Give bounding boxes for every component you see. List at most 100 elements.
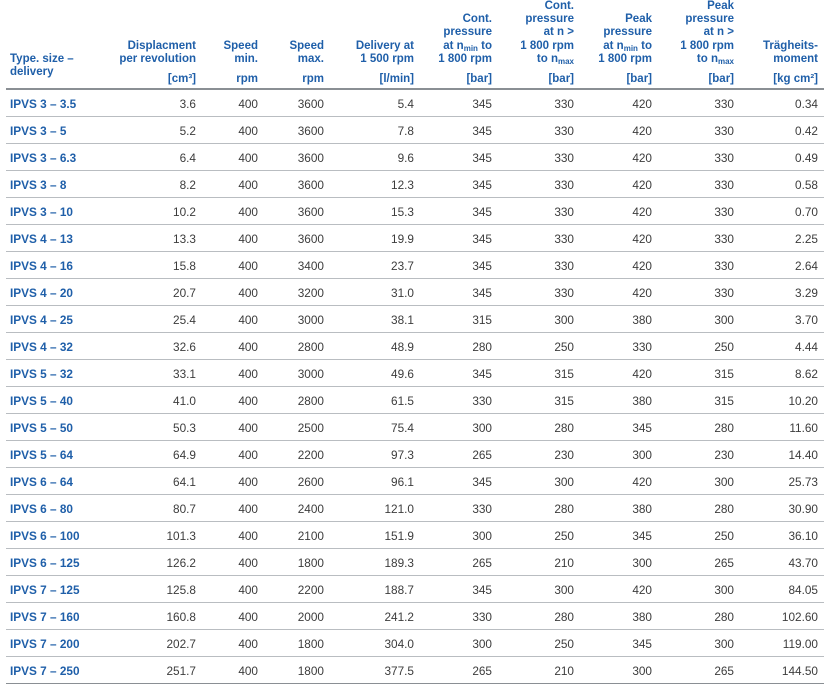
- cell-displacement: 41.0: [98, 386, 202, 415]
- header-displacement-line-1: Displacment: [127, 39, 196, 52]
- cell-displacement: 64.9: [98, 440, 202, 469]
- row-type-label: IPVS 5 – 40: [6, 386, 98, 415]
- header-delivery-line-2: 1 500 rpm: [360, 52, 414, 65]
- pump-specification-table: Type. size – delivery Displacment per re…: [6, 0, 824, 685]
- cell-cont_pressure_nmin: 315: [420, 305, 498, 334]
- cell-peak_pressure_nmin: 420: [580, 143, 658, 172]
- header-cont-n1800-line-2: pressure: [525, 13, 574, 26]
- cell-speed_max: 2800: [264, 332, 330, 361]
- cell-delivery_1500: 61.5: [330, 386, 420, 415]
- cell-cont_pressure_n1800: 300: [498, 467, 580, 496]
- cell-peak_pressure_nmin: 380: [580, 386, 658, 415]
- cell-peak_pressure_n1800: 330: [658, 90, 740, 118]
- cell-cont_pressure_nmin: 300: [420, 521, 498, 550]
- cell-delivery_1500: 189.3: [330, 548, 420, 577]
- cell-speed_max: 2600: [264, 467, 330, 496]
- cell-speed_min: 400: [202, 602, 264, 631]
- cell-speed_min: 400: [202, 332, 264, 361]
- cell-speed_max: 1800: [264, 656, 330, 685]
- header-cont-n1800-line-3: at n >: [543, 26, 574, 39]
- cell-displacement: 64.1: [98, 467, 202, 496]
- table-row: IPVS 4 – 13 13.3 400 3600 19.9 345 330 420 330 2.…: [6, 224, 824, 253]
- cell-displacement: 6.4: [98, 143, 202, 172]
- table-row: IPVS 3 – 3.5 3.6 400 3600 5.4 345 330 420 330 0.3…: [6, 90, 824, 118]
- cell-cont_pressure_n1800: 330: [498, 251, 580, 280]
- cell-cont_pressure_n1800: 330: [498, 143, 580, 172]
- cell-inertia: 14.40: [740, 440, 824, 469]
- cell-peak_pressure_nmin: 345: [580, 521, 658, 550]
- table-row: IPVS 3 – 6.3 6.4 400 3600 9.6 345 330 420 330 0.4…: [6, 143, 824, 172]
- header-inertia-unit: [kg cm²]: [773, 73, 818, 86]
- cell-peak_pressure_n1800: 330: [658, 143, 740, 172]
- cell-displacement: 33.1: [98, 359, 202, 388]
- header-row: Type. size – delivery Displacment per re…: [6, 0, 824, 88]
- cell-cont_pressure_nmin: 280: [420, 332, 498, 361]
- cell-delivery_1500: 19.9: [330, 224, 420, 253]
- cell-peak_pressure_nmin: 420: [580, 467, 658, 496]
- table-row: IPVS 4 – 16 15.8 400 3400 23.7 345 330 420 330 2.…: [6, 251, 824, 280]
- cell-peak_pressure_n1800: 330: [658, 170, 740, 199]
- cell-peak_pressure_nmin: 380: [580, 602, 658, 631]
- cell-peak_pressure_nmin: 300: [580, 440, 658, 469]
- cell-cont_pressure_nmin: 345: [420, 197, 498, 226]
- cell-speed_min: 400: [202, 116, 264, 145]
- cell-peak_pressure_n1800: 250: [658, 521, 740, 550]
- column-header-inertia: Trägheits- moment [kg cm²]: [740, 0, 824, 88]
- header-inertia-line-1: Trägheits-: [763, 39, 818, 52]
- cell-displacement: 8.2: [98, 170, 202, 199]
- cell-displacement: 80.7: [98, 494, 202, 523]
- cell-peak_pressure_n1800: 300: [658, 629, 740, 658]
- header-peak-nmin-unit: [bar]: [626, 73, 652, 86]
- cell-inertia: 43.70: [740, 548, 824, 577]
- cell-speed_max: 2200: [264, 575, 330, 604]
- cell-inertia: 0.49: [740, 143, 824, 172]
- cell-inertia: 2.64: [740, 251, 824, 280]
- cell-cont_pressure_n1800: 315: [498, 386, 580, 415]
- cell-cont_pressure_n1800: 300: [498, 305, 580, 334]
- cell-speed_max: 2000: [264, 602, 330, 631]
- cell-delivery_1500: 96.1: [330, 467, 420, 496]
- column-header-speed-min: Speed min. rpm: [202, 0, 264, 88]
- cell-peak_pressure_nmin: 345: [580, 629, 658, 658]
- cell-inertia: 10.20: [740, 386, 824, 415]
- header-peak-n1800-line-5: to nmax: [696, 52, 734, 67]
- cell-speed_min: 400: [202, 440, 264, 469]
- table-row: IPVS 4 – 32 32.6 400 2800 48.9 280 250 330 250 4.…: [6, 332, 824, 361]
- cell-displacement: 15.8: [98, 251, 202, 280]
- cell-peak_pressure_n1800: 330: [658, 116, 740, 145]
- row-type-label: IPVS 3 – 3.5: [6, 90, 98, 118]
- table-row: IPVS 7 – 125 125.8 400 2200 188.7 345 300 420 30…: [6, 575, 824, 604]
- cell-peak_pressure_n1800: 280: [658, 413, 740, 442]
- cell-inertia: 30.90: [740, 494, 824, 523]
- cell-speed_max: 2400: [264, 494, 330, 523]
- row-type-label: IPVS 5 – 32: [6, 359, 98, 388]
- cell-inertia: 2.25: [740, 224, 824, 253]
- cell-inertia: 3.29: [740, 278, 824, 307]
- cell-speed_min: 400: [202, 305, 264, 334]
- cell-cont_pressure_nmin: 345: [420, 170, 498, 199]
- cell-cont_pressure_n1800: 315: [498, 359, 580, 388]
- row-type-label: IPVS 4 – 20: [6, 278, 98, 307]
- cell-peak_pressure_n1800: 330: [658, 278, 740, 307]
- cell-peak_pressure_nmin: 380: [580, 305, 658, 334]
- cell-speed_max: 3400: [264, 251, 330, 280]
- header-cont-nmin-line-3: at nmin to: [443, 39, 492, 54]
- header-speed-min-line-2: min.: [234, 52, 258, 65]
- cell-peak_pressure_nmin: 420: [580, 116, 658, 145]
- header-cont-n1800-line-4: 1 800 rpm: [520, 39, 574, 52]
- cell-speed_min: 400: [202, 90, 264, 118]
- cell-speed_max: 1800: [264, 629, 330, 658]
- cell-delivery_1500: 49.6: [330, 359, 420, 388]
- cell-cont_pressure_n1800: 330: [498, 197, 580, 226]
- table-row: IPVS 3 – 10 10.2 400 3600 15.3 345 330 420 330 0.…: [6, 197, 824, 226]
- cell-cont_pressure_nmin: 345: [420, 575, 498, 604]
- cell-peak_pressure_nmin: 380: [580, 494, 658, 523]
- cell-speed_max: 2800: [264, 386, 330, 415]
- header-delivery-line-1: Delivery at: [355, 39, 414, 52]
- cell-peak_pressure_n1800: 330: [658, 224, 740, 253]
- cell-speed_max: 2100: [264, 521, 330, 550]
- cell-cont_pressure_nmin: 265: [420, 440, 498, 469]
- cell-cont_pressure_nmin: 345: [420, 278, 498, 307]
- cell-speed_min: 400: [202, 359, 264, 388]
- row-type-label: IPVS 6 – 80: [6, 494, 98, 523]
